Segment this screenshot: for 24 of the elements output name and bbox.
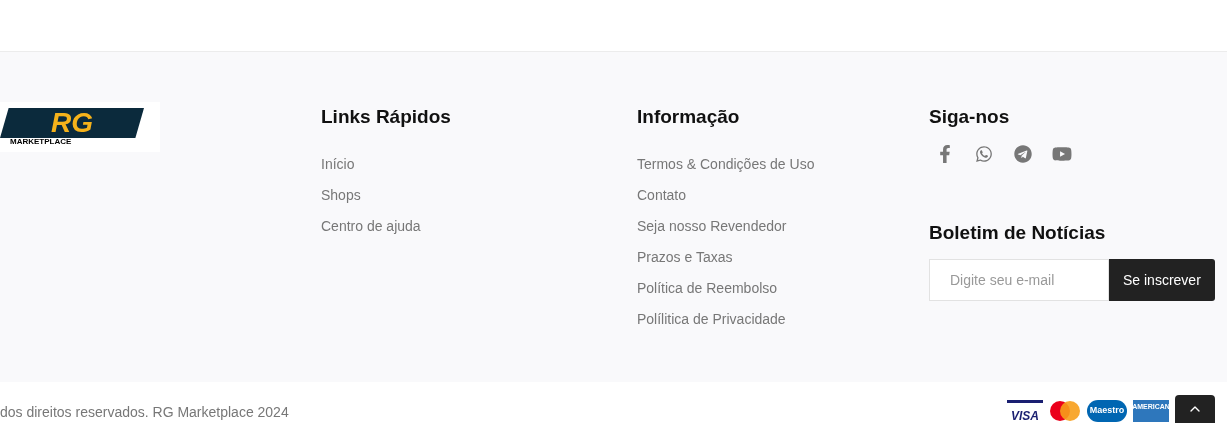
footer-link[interactable]: Seja nosso Revendedor [637,211,787,242]
youtube-icon[interactable] [1052,145,1072,163]
telegram-icon[interactable] [1013,145,1033,163]
column-heading: Informação [637,105,740,129]
logo: RG MARKETPLACE [0,102,160,152]
mastercard-icon [1049,400,1081,422]
footer-link[interactable]: Prazos e Taxas [637,242,733,273]
footer-link[interactable]: Termos & Condições de Uso [637,149,815,180]
copyright-text: dos direitos reservados. RG Marketplace 2024 [0,403,289,421]
email-field[interactable]: Digite seu e-mail [929,259,1109,301]
scroll-top-button[interactable] [1175,395,1215,423]
subscribe-button[interactable]: Se inscrever [1109,259,1215,301]
footer-link[interactable]: Início [321,149,355,180]
footer-link[interactable]: Shops [321,180,361,211]
visa-card: VISA [1007,400,1043,422]
whatsapp-icon[interactable] [974,145,994,163]
column-heading: Boletim de Notícias [929,221,1106,245]
footer-link[interactable]: Contato [637,180,687,211]
column-heading: Siga-nos [929,105,1010,129]
footer-link[interactable]: Polílitica de Privacidade [637,304,786,335]
column-heading: Links Rápidos [321,105,451,129]
footer-link[interactable]: Centro de ajuda [321,211,421,242]
maestro-card: Maestro [1087,400,1127,422]
footer-link[interactable]: Política de Reembolso [637,273,778,304]
